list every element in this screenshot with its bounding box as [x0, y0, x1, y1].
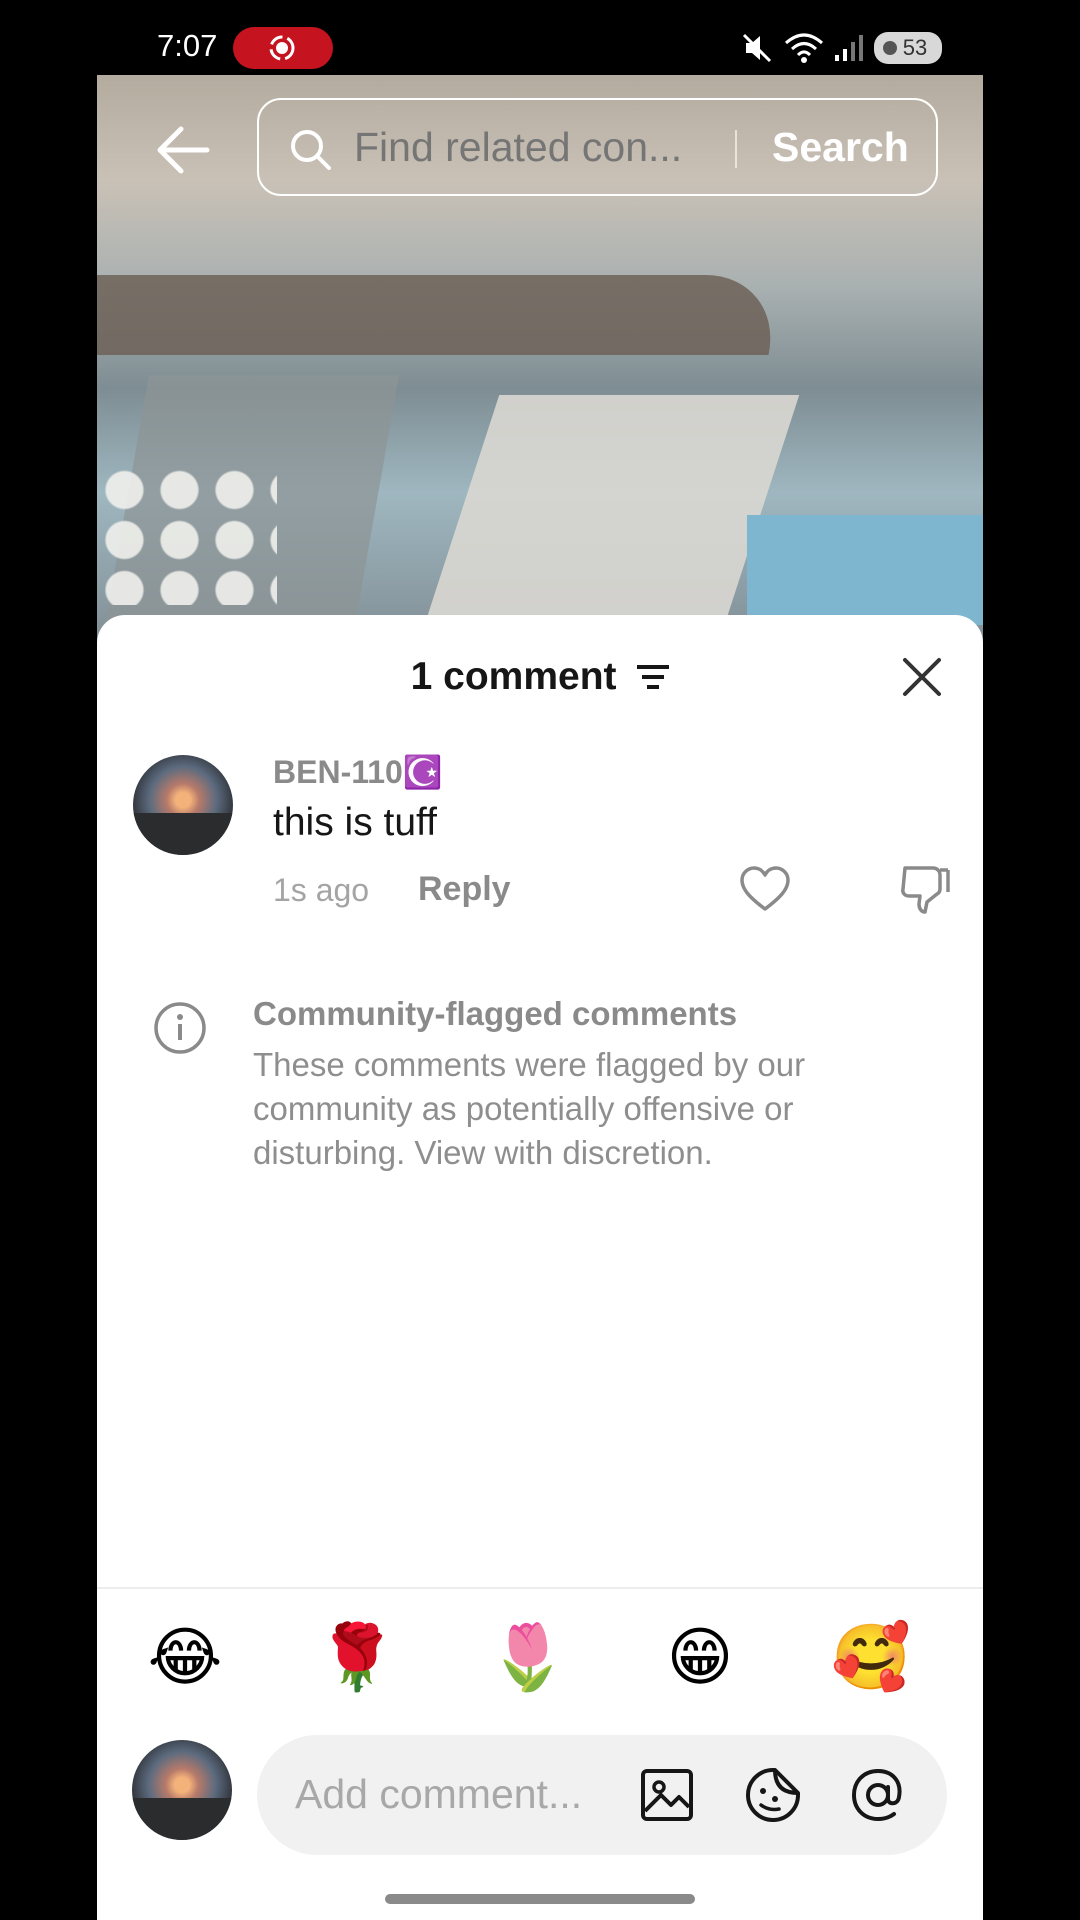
- battery-saver-icon: [883, 41, 897, 55]
- flag-notice-body: These comments were flagged by our commu…: [253, 1046, 806, 1171]
- comment-timestamp: 1s ago: [273, 872, 370, 908]
- comment-count: 1 comment: [410, 655, 617, 698]
- search-divider: [735, 130, 737, 168]
- image-icon[interactable]: [637, 1765, 697, 1825]
- back-button[interactable]: [150, 117, 216, 183]
- avatar[interactable]: [133, 755, 233, 855]
- back-arrow-icon: [157, 126, 210, 174]
- comment-box[interactable]: [257, 1735, 947, 1855]
- comment-username[interactable]: BEN-110☪️: [273, 753, 443, 791]
- quick-emoji-row: 😂 🌹 🌷 😁 🥰: [97, 1618, 983, 1698]
- signal-icon: [835, 35, 863, 61]
- community-flag-notice[interactable]: Community-flagged comments These comment…: [97, 995, 983, 1195]
- my-avatar[interactable]: [132, 1740, 232, 1840]
- emoji-tulip-button[interactable]: 🌷: [488, 1618, 568, 1698]
- thumbs-down-icon: [901, 866, 950, 914]
- close-icon: [903, 658, 941, 696]
- comment-text: this is tuff: [273, 801, 438, 844]
- search-input[interactable]: [354, 122, 714, 172]
- search-bar: Search: [257, 98, 938, 196]
- emoji-grin-button[interactable]: 😁: [660, 1618, 740, 1698]
- emoji-laughing-button[interactable]: 😂: [145, 1618, 225, 1698]
- video-car-roof: [97, 275, 786, 355]
- video-sea: [747, 515, 983, 625]
- mention-icon[interactable]: [848, 1765, 908, 1825]
- comment-item: BEN-110☪️ this is tuff 1s ago Reply: [97, 753, 983, 945]
- comment-composer: [97, 1735, 983, 1855]
- search-icon: [291, 130, 331, 170]
- emoji-rose-button[interactable]: 🌹: [317, 1618, 397, 1698]
- status-icons: 53: [740, 28, 942, 68]
- like-button[interactable]: [737, 862, 793, 918]
- video-lights: [97, 465, 277, 605]
- info-icon: [154, 1002, 206, 1054]
- reply-button[interactable]: Reply: [418, 870, 511, 909]
- heart-icon: [740, 866, 790, 911]
- emoji-hearts-button[interactable]: 🥰: [831, 1618, 911, 1698]
- battery-icon: 53: [874, 32, 942, 64]
- divider: [97, 1587, 983, 1589]
- comments-sheet: 1 comment BEN-110☪️ this is tuff 1s ago …: [97, 615, 983, 1920]
- comments-title: 1 comment: [97, 655, 983, 701]
- comment-input[interactable]: [295, 1768, 615, 1820]
- close-button[interactable]: [897, 652, 947, 702]
- mute-icon: [742, 33, 772, 63]
- home-indicator[interactable]: [385, 1894, 695, 1904]
- search-button[interactable]: Search: [772, 124, 909, 171]
- status-time: 7:07: [157, 28, 218, 63]
- wifi-icon: [785, 33, 823, 63]
- battery-level: 53: [902, 35, 928, 60]
- flag-notice-title: Community-flagged comments: [253, 995, 738, 1032]
- sort-filter-icon[interactable]: [637, 657, 670, 701]
- sticker-icon[interactable]: [743, 1765, 803, 1825]
- screen-record-indicator[interactable]: [233, 27, 333, 69]
- screen-record-icon: [269, 35, 295, 61]
- dislike-button[interactable]: [897, 860, 953, 916]
